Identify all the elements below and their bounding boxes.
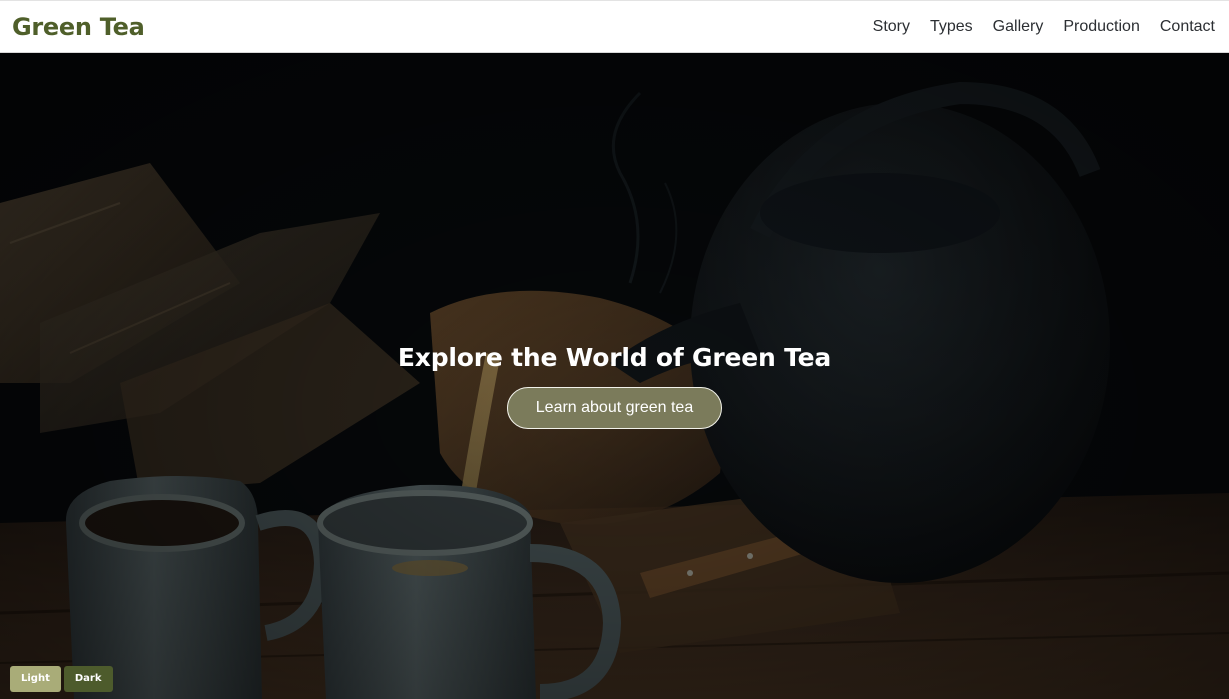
nav-link-gallery[interactable]: Gallery [983,0,1054,53]
nav-link-types[interactable]: Types [920,0,983,53]
hero-section: Explore the World of Green Tea Learn abo… [0,53,1229,699]
dark-theme-button[interactable]: Dark [63,666,113,692]
hero-content: Explore the World of Green Tea Learn abo… [0,343,1229,429]
nav-link-production[interactable]: Production [1053,0,1150,53]
theme-switcher: Light Dark [10,666,113,692]
hero-title: Explore the World of Green Tea [397,343,832,372]
brand-logo-link[interactable]: Green Tea [12,13,145,41]
main-nav: Story Types Gallery Production Contact [863,0,1215,53]
light-theme-button[interactable]: Light [10,666,61,692]
nav-link-contact[interactable]: Contact [1150,0,1215,53]
nav-link-story[interactable]: Story [863,0,920,53]
learn-more-button[interactable]: Learn about green tea [506,387,723,429]
top-navbar: Green Tea Story Types Gallery Production… [0,0,1229,53]
